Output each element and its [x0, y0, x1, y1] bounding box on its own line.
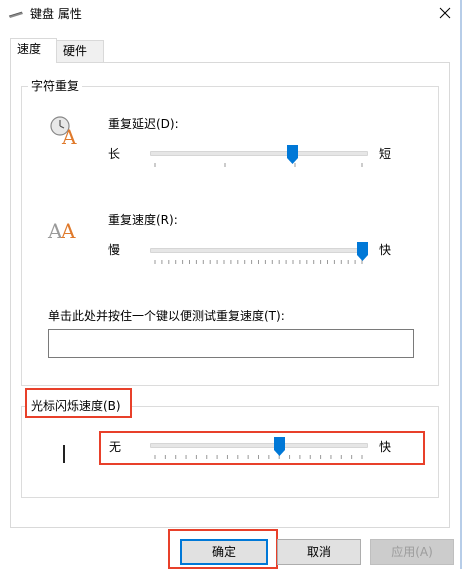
- repeat-test-label: 单击此处并按住一个键以便测试重复速度(T):: [48, 309, 285, 323]
- repeat-rate-label: 重复速度(R):: [108, 213, 178, 227]
- repeat-rate-slider-track[interactable]: [150, 248, 368, 253]
- title-bar: 键盘 属性: [0, 0, 465, 28]
- keyboard-icon: [8, 11, 23, 18]
- cancel-button[interactable]: 取消: [277, 539, 361, 565]
- svg-text:A: A: [61, 125, 77, 146]
- tab-speed[interactable]: 速度: [10, 38, 57, 63]
- tab-speed-label: 速度: [17, 42, 42, 56]
- repeat-delay-slider-thumb[interactable]: [286, 145, 298, 164]
- cursor-blink-ticks: [154, 455, 363, 459]
- cursor-blink-title: 光标闪烁速度(B): [31, 399, 121, 413]
- character-repeat-title: 字符重复: [28, 79, 83, 93]
- double-letter-a-icon: A A: [47, 219, 76, 242]
- cursor-blink-min-label: 无: [109, 440, 122, 454]
- close-button[interactable]: [430, 2, 460, 26]
- repeat-test-field[interactable]: [48, 329, 414, 358]
- svg-text:A: A: [60, 219, 76, 242]
- repeat-delay-min-label: 长: [108, 147, 121, 161]
- tab-hardware-label: 硬件: [63, 44, 88, 58]
- repeat-delay-ticks: [154, 163, 363, 167]
- repeat-delay-max-label: 短: [379, 147, 392, 161]
- repeat-rate-slider-thumb[interactable]: [357, 242, 368, 261]
- ok-button[interactable]: 确定: [180, 539, 268, 565]
- repeat-rate-min-label: 慢: [108, 243, 121, 257]
- clock-letter-a-icon: A: [50, 116, 77, 146]
- cursor-blink-slider-track[interactable]: [150, 443, 368, 448]
- tab-hardware[interactable]: 硬件: [56, 40, 104, 62]
- repeat-delay-label: 重复延迟(D):: [108, 117, 179, 131]
- cursor-blink-max-label: 快: [379, 440, 392, 454]
- repeat-rate-max-label: 快: [379, 243, 392, 257]
- repeat-rate-ticks: [154, 260, 363, 264]
- apply-button[interactable]: 应用(A): [370, 539, 454, 565]
- cursor-blink-slider-thumb[interactable]: [274, 437, 286, 456]
- cursor-blink-preview: [63, 445, 65, 463]
- close-icon: [439, 7, 451, 19]
- repeat-delay-slider-track[interactable]: [150, 151, 368, 156]
- window-title: 键盘 属性: [30, 7, 82, 21]
